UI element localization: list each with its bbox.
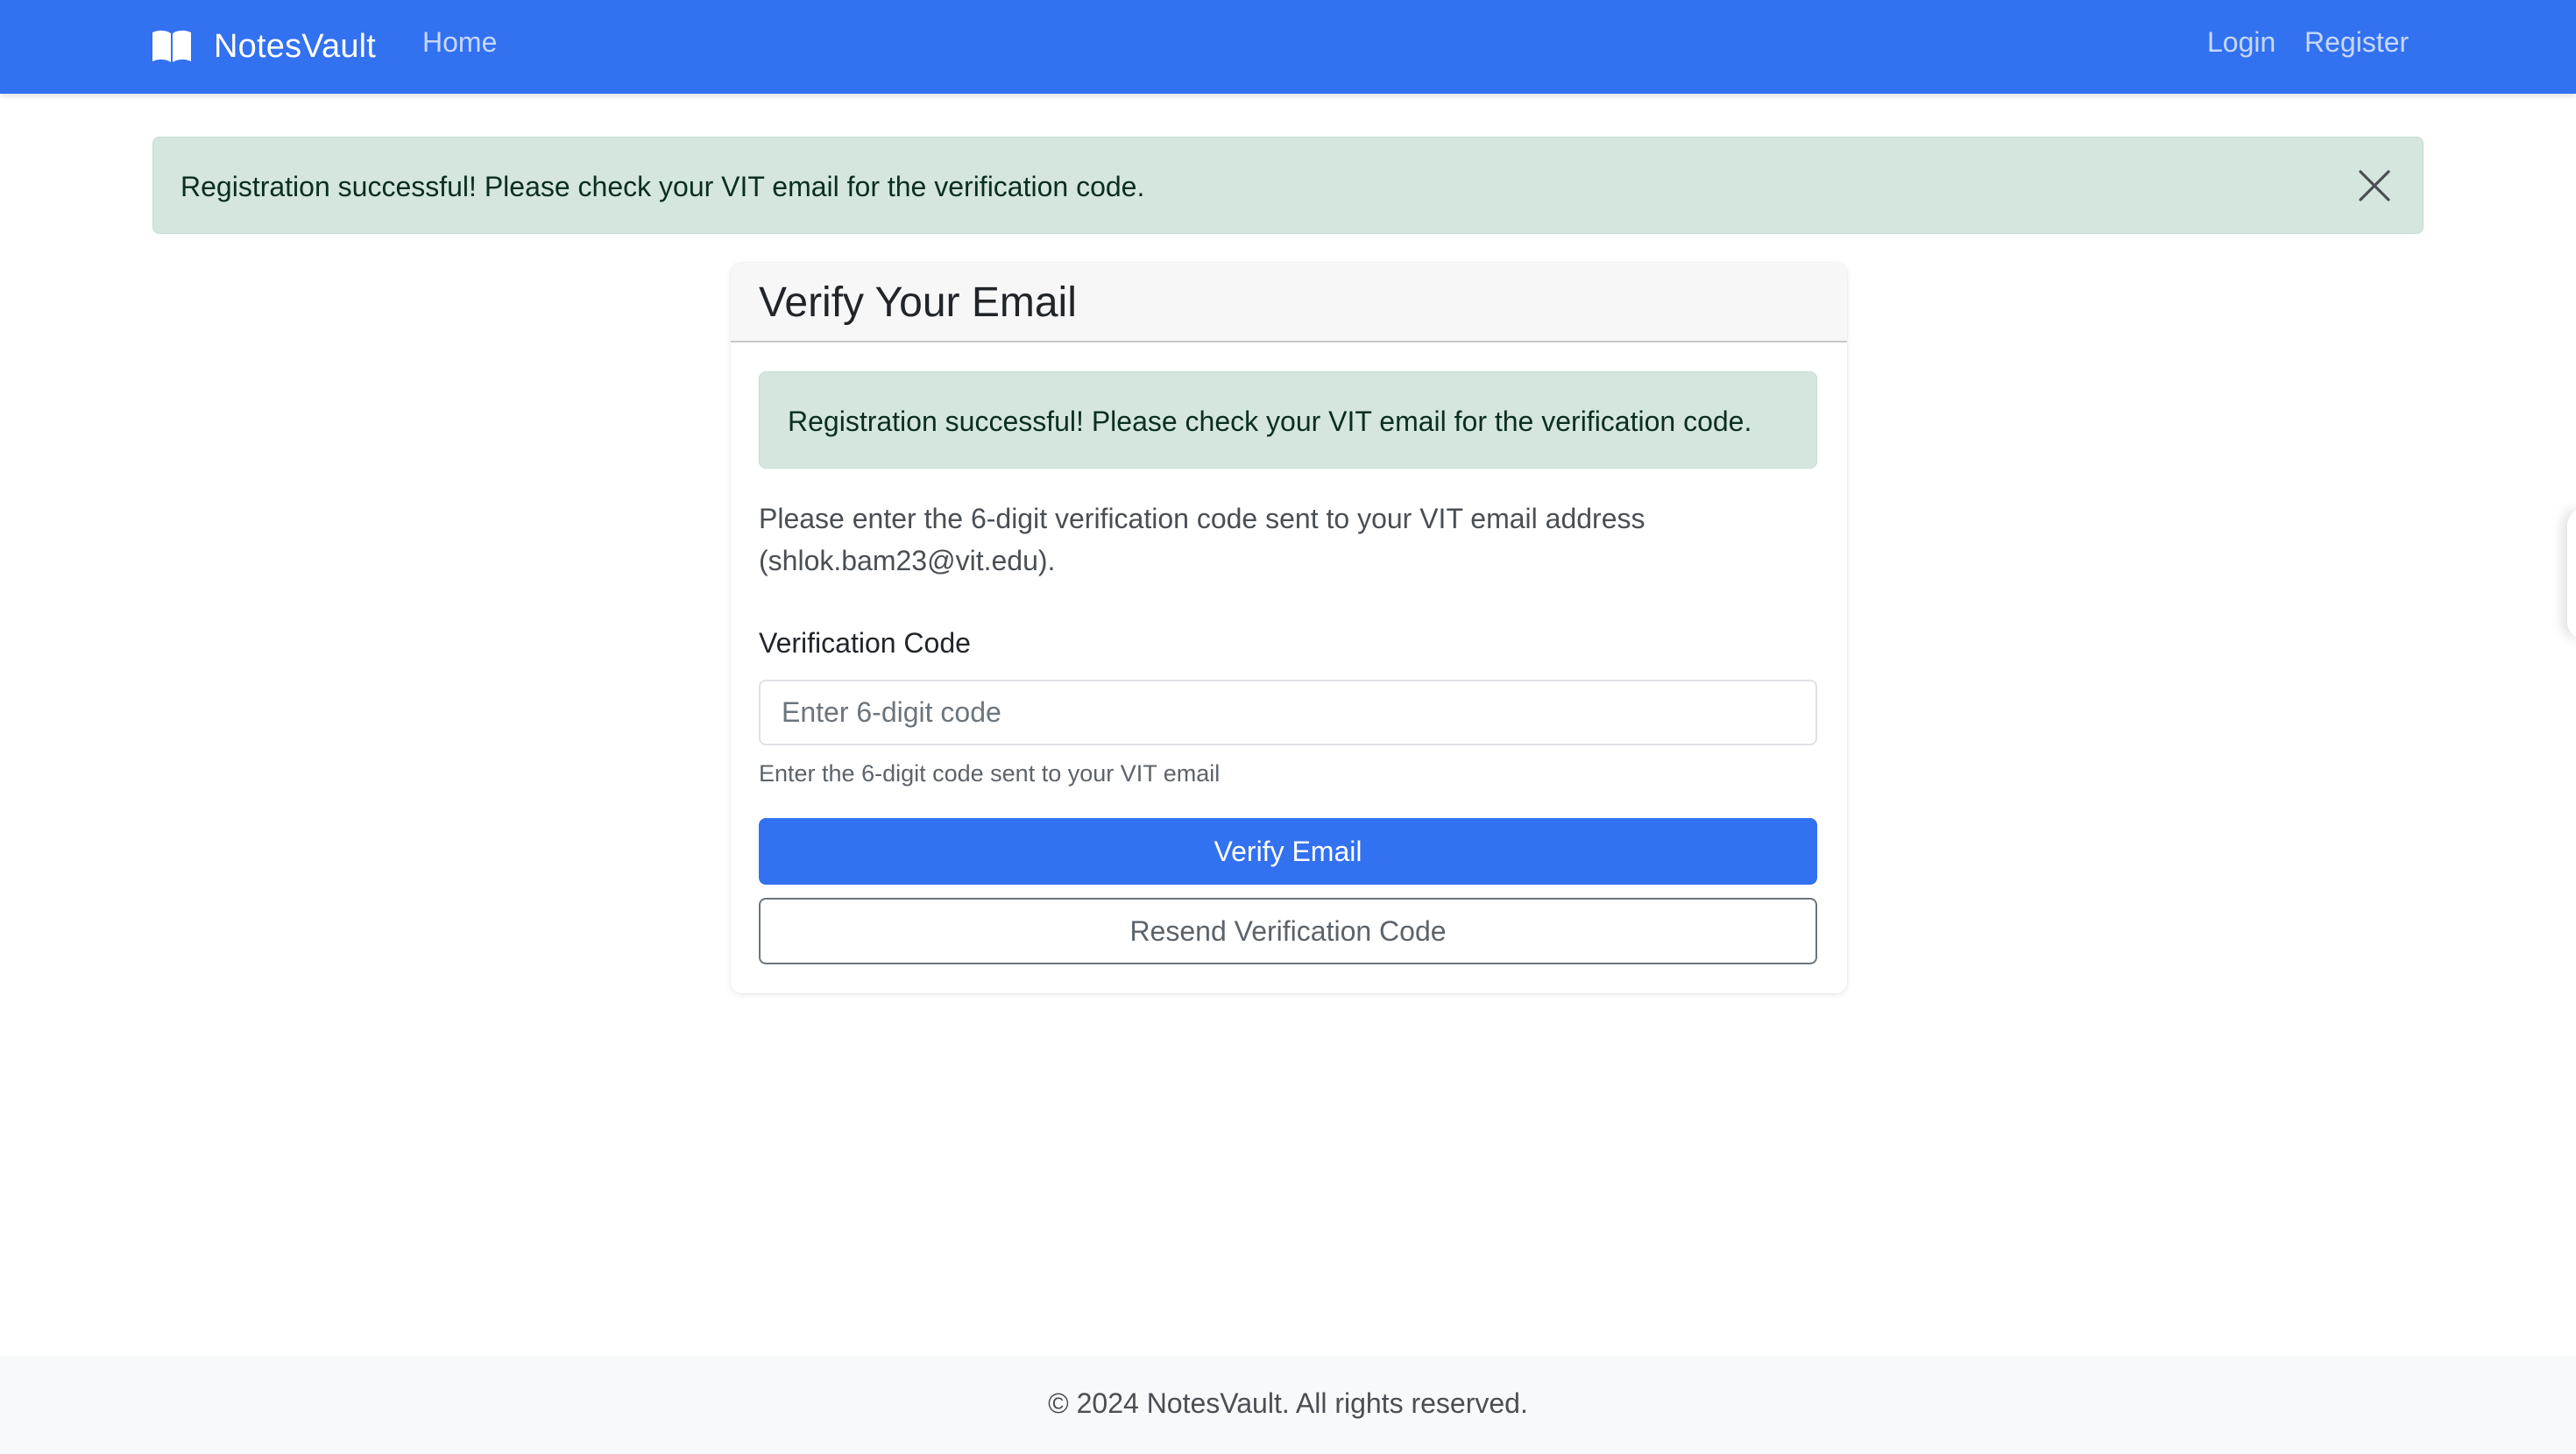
- nav-login-link[interactable]: Login: [2207, 26, 2275, 59]
- brand-link[interactable]: NotesVault: [151, 23, 376, 70]
- card-header: Verify Your Email: [731, 263, 1847, 342]
- verify-email-card: Verify Your Email Registration successfu…: [731, 263, 1847, 993]
- verification-code-help: Enter the 6-digit code sent to your VIT …: [759, 760, 1221, 787]
- page-footer: © 2024 NotesVault. All rights reserved.: [0, 1356, 2576, 1454]
- nav-register-link[interactable]: Register: [2304, 26, 2409, 59]
- page-title: Verify Your Email: [759, 279, 1077, 326]
- success-alert-message: Registration successful! Please check yo…: [788, 406, 1752, 437]
- side-panel-edge: [2567, 508, 2576, 639]
- verification-code-label: Verification Code: [759, 627, 971, 659]
- success-alert: Registration successful! Please check yo…: [759, 371, 1817, 469]
- verification-instructions: Please enter the 6-digit verification co…: [759, 503, 1645, 576]
- verification-code-input[interactable]: [759, 680, 1817, 745]
- footer-copyright: © 2024 NotesVault. All rights reserved.: [1048, 1387, 1528, 1419]
- top-navbar: NotesVault Home Login Register: [0, 0, 2576, 94]
- flash-alert-message: Registration successful! Please check yo…: [180, 171, 1145, 202]
- book-open-icon: [151, 30, 193, 63]
- flash-alert: Registration successful! Please check yo…: [152, 137, 2424, 234]
- nav-home-link[interactable]: Home: [422, 26, 497, 59]
- close-icon[interactable]: [2353, 164, 2396, 208]
- brand-name: NotesVault: [214, 27, 377, 65]
- resend-code-button[interactable]: Resend Verification Code: [759, 898, 1817, 964]
- verify-email-button[interactable]: Verify Email: [759, 818, 1817, 885]
